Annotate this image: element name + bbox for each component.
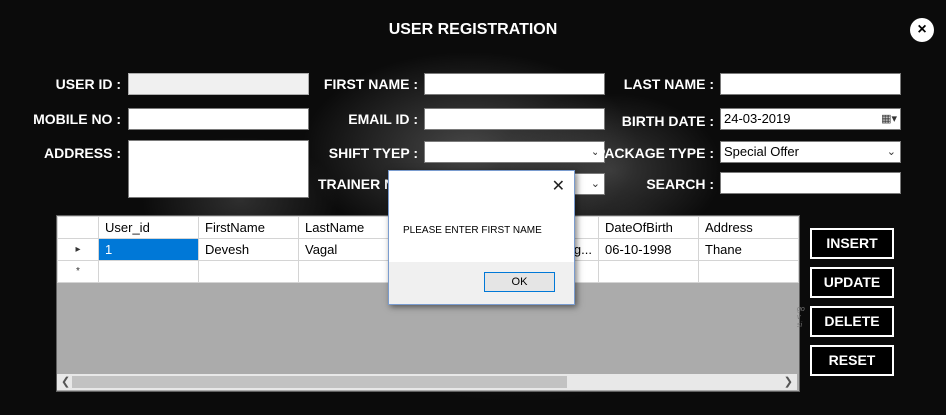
table-cell[interactable] xyxy=(598,260,699,283)
chevron-down-icon[interactable]: ⌄ xyxy=(591,174,600,194)
shift-type-select[interactable]: ⌄ xyxy=(424,141,605,163)
first-name-label: FIRST NAME : xyxy=(323,76,418,92)
reset-button[interactable]: RESET xyxy=(810,345,894,376)
grid-corner-cell xyxy=(57,216,99,239)
dialog-footer: OK xyxy=(389,262,574,304)
background-logo-fragment: go v si xyxy=(797,306,805,329)
last-name-label: LAST NAME : xyxy=(623,76,714,92)
birth-date-value: 24-03-2019 xyxy=(724,111,791,126)
table-cell[interactable] xyxy=(98,260,199,283)
search-label: SEARCH : xyxy=(646,176,714,192)
close-icon[interactable]: ✕ xyxy=(552,176,565,196)
table-cell[interactable]: Vagal xyxy=(298,238,399,261)
user-id-field[interactable] xyxy=(128,73,309,95)
column-header[interactable]: LastName xyxy=(298,216,399,239)
column-header[interactable]: FirstName xyxy=(198,216,299,239)
first-name-field[interactable] xyxy=(424,73,605,95)
table-cell[interactable]: Devesh xyxy=(198,238,299,261)
chevron-down-icon[interactable]: ⌄ xyxy=(887,142,896,162)
dialog-message: PLEASE ENTER FIRST NAME xyxy=(403,225,542,236)
column-header[interactable]: User_id xyxy=(98,216,199,239)
table-cell[interactable] xyxy=(298,260,399,283)
table-cell[interactable]: Thane xyxy=(698,238,799,261)
mobile-label: MOBILE NO : xyxy=(33,111,121,127)
birth-date-picker[interactable]: 24-03-2019 ▦▾ xyxy=(720,108,901,130)
insert-button[interactable]: INSERT xyxy=(810,228,894,259)
row-selector[interactable]: ▸ xyxy=(57,238,99,261)
email-field[interactable] xyxy=(424,108,605,130)
email-label: EMAIL ID : xyxy=(348,111,418,127)
calendar-icon[interactable]: ▦▾ xyxy=(881,109,897,129)
close-button[interactable]: × xyxy=(910,18,934,42)
address-field[interactable] xyxy=(128,140,309,198)
table-cell[interactable] xyxy=(198,260,299,283)
package-type-value: Special Offer xyxy=(724,144,799,159)
birth-date-label: BIRTH DATE : xyxy=(621,113,714,129)
message-dialog: ✕ PLEASE ENTER FIRST NAME OK xyxy=(388,170,575,305)
table-cell[interactable]: 1 xyxy=(98,238,199,261)
shift-type-label: SHIFT TYEP : xyxy=(328,145,418,161)
scrollbar-thumb[interactable] xyxy=(72,376,567,388)
package-type-select[interactable]: Special Offer ⌄ xyxy=(720,141,901,163)
scroll-right-icon[interactable]: ❯ xyxy=(784,374,793,390)
scroll-left-icon[interactable]: ❮ xyxy=(61,374,70,390)
column-header[interactable]: Address xyxy=(698,216,799,239)
table-cell[interactable]: 06-10-1998 xyxy=(598,238,699,261)
new-row-selector[interactable]: * xyxy=(57,260,99,283)
update-button[interactable]: UPDATE xyxy=(810,267,894,298)
table-cell[interactable] xyxy=(698,260,799,283)
user-id-label: USER ID : xyxy=(55,76,121,92)
search-field[interactable] xyxy=(720,172,901,194)
delete-button[interactable]: DELETE xyxy=(810,306,894,337)
column-header[interactable]: DateOfBirth xyxy=(598,216,699,239)
last-name-field[interactable] xyxy=(720,73,901,95)
package-type-label: PACKAGE TYPE : xyxy=(596,145,714,161)
horizontal-scrollbar[interactable]: ❮ ❯ xyxy=(57,374,797,390)
window-title: USER REGISTRATION xyxy=(388,21,558,38)
mobile-field[interactable] xyxy=(128,108,309,130)
ok-button[interactable]: OK xyxy=(484,272,555,292)
address-label: ADDRESS : xyxy=(43,145,121,161)
